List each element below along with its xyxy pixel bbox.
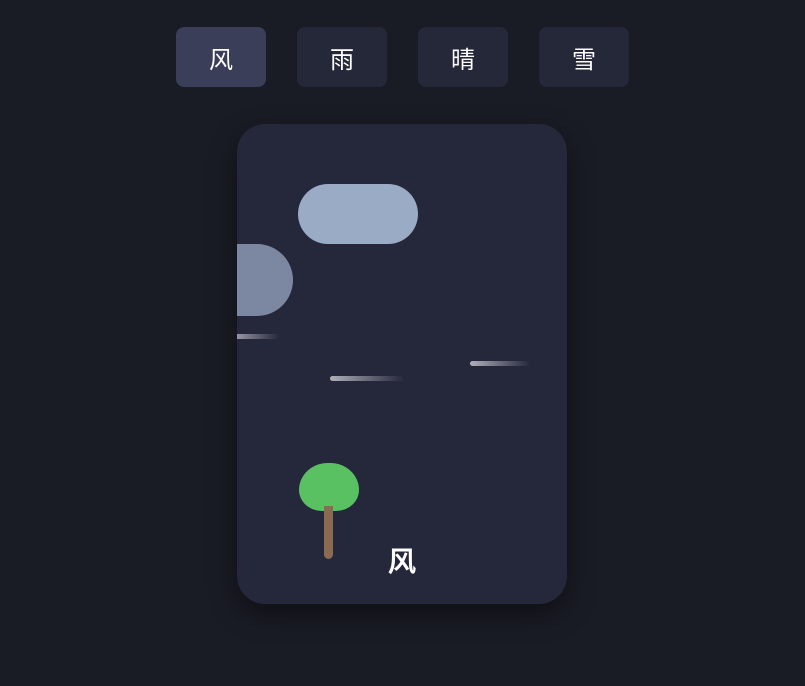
wind-streak (470, 361, 530, 366)
tree-canopy-icon (299, 463, 359, 511)
tab-snow[interactable]: 雪 (539, 27, 629, 87)
cloud-icon (298, 184, 418, 244)
tab-sunny[interactable]: 晴 (418, 27, 508, 87)
weather-app: 风 雨 晴 雪 风 (0, 0, 805, 686)
wind-streak (237, 334, 279, 339)
weather-tabs: 风 雨 晴 雪 (176, 27, 629, 87)
tab-wind[interactable]: 风 (176, 27, 266, 87)
weather-label: 风 (387, 545, 416, 578)
cloud-icon (237, 244, 293, 316)
tab-rain[interactable]: 雨 (297, 27, 387, 87)
weather-card: 风 (237, 124, 567, 604)
wind-streak (330, 376, 404, 381)
